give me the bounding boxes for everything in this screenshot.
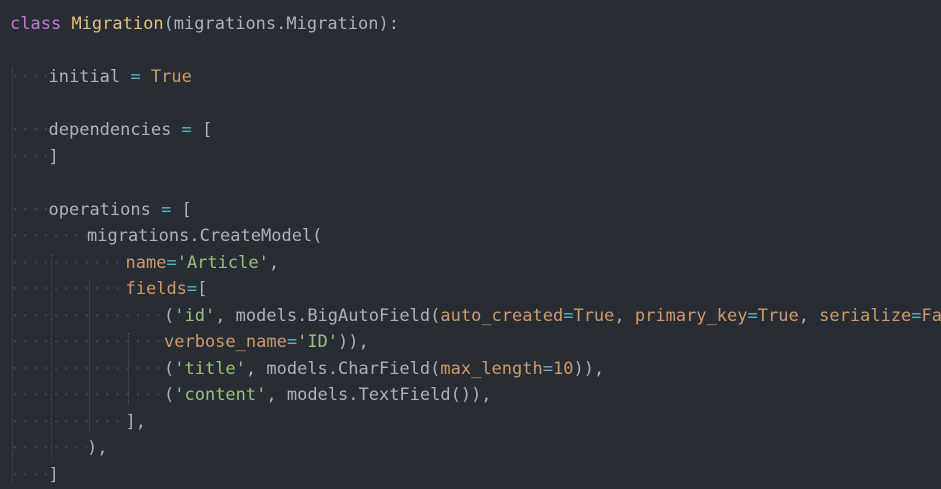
code-token: = [286,332,298,352]
code-token: = [747,305,758,326]
code-editor[interactable]: class Migration(migrations.Migration): ··… [0,0,941,489]
indent-whitespace: ············ [10,252,126,273]
code-token: [ [171,199,192,220]
code-line[interactable]: class Migration(migrations.Migration): [10,11,399,37]
code-token: verbose_name [164,332,287,352]
code-line[interactable]: ] [49,462,59,488]
code-token: auto_created [440,305,564,326]
code-token: True [150,67,192,87]
indent-whitespace: ················ [10,358,164,379]
indent-whitespace: ············ [10,279,126,299]
code-token: = [186,279,198,299]
code-token: )), [338,332,369,352]
code-token: ] [48,146,59,167]
indent-whitespace: ···· [10,146,49,167]
indent-guide [50,253,52,458]
code-token: [ [191,120,213,140]
code-line[interactable]: fields=[ [126,276,208,302]
code-token: ] [48,464,59,485]
code-line[interactable]: ), [87,435,107,461]
code-token: True [757,305,799,326]
indent-whitespace: ········ [10,226,87,246]
indent-whitespace: ···· [10,120,49,140]
code-token: serialize [819,305,912,326]
code-line[interactable]: name='Article', [126,250,280,276]
code-token: = [181,120,192,140]
code-token: )), [573,358,605,379]
code-token: True [573,305,615,326]
code-token: name [125,252,167,273]
indent-whitespace: ···· [10,199,49,220]
indent-guide [127,333,129,405]
code-token: 'ID' [297,332,339,352]
code-token: operations [48,199,151,220]
code-token: , [798,305,820,326]
code-line[interactable]: ('title', models.CharField(max_length=10… [164,356,604,382]
code-token: ], [125,411,146,432]
code-token: initial [48,67,121,87]
code-token: ), [87,438,108,458]
code-token: = [161,199,172,220]
code-token: [ [197,279,208,299]
code-token: ( [164,305,175,326]
code-token: ( [164,358,175,379]
code-line[interactable]: operations = [ [49,197,192,223]
code-token: max_length [440,358,543,379]
code-token: , models.CharField( [245,358,441,379]
code-token: 'title' [174,358,246,379]
code-line[interactable]: ('content', models.TextField()), [164,382,492,408]
code-token: , models.TextField()), [266,385,492,405]
code-line[interactable]: migrations.CreateModel( [87,223,322,249]
code-token: 10 [552,358,574,379]
code-token: 'content' [174,385,267,405]
code-token: , [614,305,635,326]
code-token: False [921,305,941,326]
indent-whitespace: ············ [10,411,126,432]
code-token: = [911,305,922,326]
code-token: class [10,14,62,34]
indent-whitespace: ········ [10,438,87,458]
code-line[interactable]: ], [126,409,146,435]
code-token: , [268,252,280,273]
code-token: = [166,252,177,273]
code-token: = [542,358,553,379]
code-token: , models.BigAutoField( [215,305,441,326]
code-token: 'id' [174,305,216,326]
code-line[interactable]: ] [49,144,59,170]
indent-whitespace: ················ [10,332,164,352]
code-token: 'Article' [176,252,269,273]
code-line[interactable]: initial = True [49,64,192,90]
code-line[interactable]: verbose_name='ID')), [164,329,369,355]
indent-whitespace: ················ [10,385,164,405]
code-token: = [130,67,141,87]
code-token: ( [164,385,175,405]
indent-whitespace: ················ [10,305,164,326]
code-token: (migrations.Migration): [163,14,399,34]
code-token: primary_key [634,305,748,326]
code-token: dependencies [48,120,172,140]
code-token: migrations.CreateModel( [87,226,323,246]
code-token: Migration [71,14,164,34]
indent-whitespace: ···· [10,67,49,87]
indent-whitespace: ···· [10,464,49,485]
code-token: = [563,305,574,326]
indent-guide [89,280,90,431]
code-line[interactable]: dependencies = [ [49,117,213,143]
code-line[interactable]: ('id', models.BigAutoField(auto_created=… [164,303,941,329]
code-token: fields [125,279,187,299]
indent-guide [12,68,13,484]
